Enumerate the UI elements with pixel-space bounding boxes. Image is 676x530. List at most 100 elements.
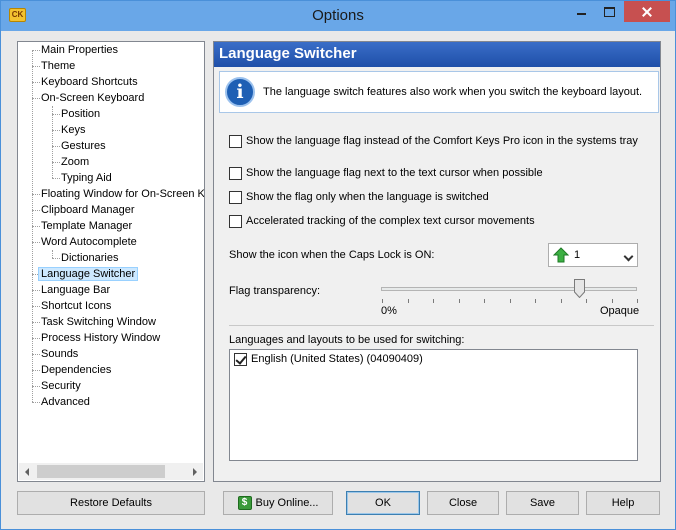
tree-item-label: Floating Window for On-Screen Keyboard — [41, 188, 205, 200]
transparency-slider-track[interactable] — [381, 287, 637, 291]
tree-item[interactable]: Typing Aid — [58, 170, 115, 186]
tree-item-label: Typing Aid — [61, 172, 112, 184]
caps-lock-label: Show the icon when the Caps Lock is ON: — [229, 249, 435, 261]
caps-lock-icon-select[interactable]: 1 — [548, 243, 638, 267]
checkbox-flag-instead-of-icon[interactable]: Show the language flag instead of the Co… — [229, 134, 638, 150]
tree-item[interactable]: Gestures — [58, 138, 109, 154]
checkbox-label: Show the language flag instead of the Co… — [246, 135, 638, 147]
tree-item[interactable]: Process History Window — [38, 330, 163, 346]
checkbox[interactable] — [234, 352, 247, 366]
tree-item-label: Clipboard Manager — [41, 204, 135, 216]
tree-item-label: Keyboard Shortcuts — [41, 76, 138, 88]
horizontal-scrollbar[interactable] — [19, 463, 203, 480]
tree-item-label: Keys — [61, 124, 86, 136]
tree-item-label: Main Properties — [41, 44, 119, 56]
checkbox-accelerated-tracking[interactable]: Accelerated tracking of the complex text… — [229, 214, 535, 230]
checkbox-label: Show the flag only when the language is … — [246, 191, 489, 203]
tree-item-label: Shortcut Icons — [41, 300, 112, 312]
tree-item[interactable]: Position — [58, 106, 103, 122]
slider-tick — [408, 299, 409, 303]
tree-item-label: Task Switching Window — [41, 316, 156, 328]
tree-item-label: Language Switcher — [38, 267, 139, 281]
tree-item[interactable]: Keys — [58, 122, 88, 138]
tree-item[interactable]: Theme — [38, 58, 78, 74]
tree-item[interactable]: Task Switching Window — [38, 314, 159, 330]
scroll-right-arrow-icon[interactable] — [186, 463, 203, 480]
slider-tick — [612, 299, 613, 303]
checkbox[interactable] — [229, 166, 242, 180]
tree-item-label: Security — [41, 380, 81, 392]
tree-item[interactable]: Main Properties — [38, 42, 121, 58]
checkbox-label: Accelerated tracking of the complex text… — [246, 215, 535, 227]
transparency-min-label: 0% — [381, 305, 397, 317]
info-icon: i — [225, 77, 255, 107]
checkbox[interactable] — [229, 190, 242, 204]
list-item[interactable]: English (United States) (04090409) — [234, 352, 423, 368]
tree-item-label: Word Autocomplete — [41, 236, 137, 248]
tree-item-label: Theme — [41, 60, 76, 72]
restore-defaults-button[interactable]: Restore Defaults — [17, 491, 205, 515]
scrollbar-thumb[interactable] — [37, 465, 165, 478]
title-bar[interactable]: CK Options — [1, 1, 675, 31]
slider-tick — [382, 299, 383, 303]
caps-lock-value: 1 — [574, 249, 581, 261]
tree-item[interactable]: Sounds — [38, 346, 81, 362]
transparency-slider-thumb[interactable] — [574, 279, 585, 298]
tree-item[interactable]: Dictionaries — [58, 250, 121, 266]
tree-item-label: Dictionaries — [61, 252, 119, 264]
green-up-arrow-icon — [553, 247, 569, 263]
maximize-button[interactable] — [595, 1, 622, 22]
slider-tick — [535, 299, 536, 303]
slider-tick — [433, 299, 434, 303]
tree-line — [52, 250, 53, 258]
dollar-icon: $ — [237, 496, 252, 511]
tree-line — [52, 106, 53, 178]
tree-item[interactable]: Word Autocomplete — [38, 234, 140, 250]
close-window-button[interactable] — [624, 1, 670, 22]
tree-item-label: Template Manager — [41, 220, 133, 232]
tree-item[interactable]: On-Screen Keyboard — [38, 90, 147, 106]
checkbox-flag-near-cursor[interactable]: Show the language flag next to the text … — [229, 166, 543, 182]
tree-item[interactable]: Security — [38, 378, 84, 394]
close-button[interactable]: Close — [427, 491, 499, 515]
ok-button[interactable]: OK — [346, 491, 420, 515]
slider-tick — [459, 299, 460, 303]
tree-item-label: On-Screen Keyboard — [41, 92, 145, 104]
slider-tick — [586, 299, 587, 303]
list-item-label: English (United States) (04090409) — [251, 353, 423, 365]
minimize-button[interactable] — [568, 1, 595, 22]
slider-tick — [484, 299, 485, 303]
tree-item[interactable]: Floating Window for On-Screen Keyboard — [38, 186, 205, 202]
tree-item[interactable]: Zoom — [58, 154, 92, 170]
buy-online-label: Buy Online... — [255, 497, 319, 509]
slider-tick — [637, 299, 638, 303]
tree-item[interactable]: Clipboard Manager — [38, 202, 138, 218]
checkbox[interactable] — [229, 214, 242, 228]
tree-item[interactable]: Advanced — [38, 394, 93, 410]
tree-item-label: Gestures — [61, 140, 106, 152]
tree-item[interactable]: Language Switcher — [38, 266, 139, 282]
tree-item[interactable]: Language Bar — [38, 282, 113, 298]
buy-online-button[interactable]: $ Buy Online... — [223, 491, 333, 515]
tree-item-label: Sounds — [41, 348, 79, 360]
slider-ticks — [382, 299, 638, 303]
tree-item[interactable]: Template Manager — [38, 218, 135, 234]
tree-item-label: Language Bar — [41, 284, 111, 296]
help-button[interactable]: Help — [586, 491, 660, 515]
languages-list[interactable]: English (United States) (04090409) — [229, 349, 638, 461]
options-window: CK Options Main Properties Theme Keyboard … — [0, 0, 676, 530]
tree-item-label: Process History Window — [41, 332, 161, 344]
tree-item[interactable]: Shortcut Icons — [38, 298, 114, 314]
tree-item[interactable]: Dependencies — [38, 362, 114, 378]
save-button[interactable]: Save — [506, 491, 579, 515]
tree-item-label: Advanced — [41, 396, 90, 408]
checkbox[interactable] — [229, 134, 242, 148]
languages-label: Languages and layouts to be used for swi… — [229, 334, 465, 346]
scroll-left-arrow-icon[interactable] — [19, 463, 36, 480]
slider-tick — [561, 299, 562, 303]
tree-item-label: Zoom — [61, 156, 90, 168]
tree-item[interactable]: Keyboard Shortcuts — [38, 74, 141, 90]
options-tree[interactable]: Main Properties Theme Keyboard Shortcuts On… — [17, 41, 205, 482]
transparency-max-label: Opaque — [600, 305, 640, 317]
checkbox-flag-only-when-switched[interactable]: Show the flag only when the language is … — [229, 190, 489, 206]
